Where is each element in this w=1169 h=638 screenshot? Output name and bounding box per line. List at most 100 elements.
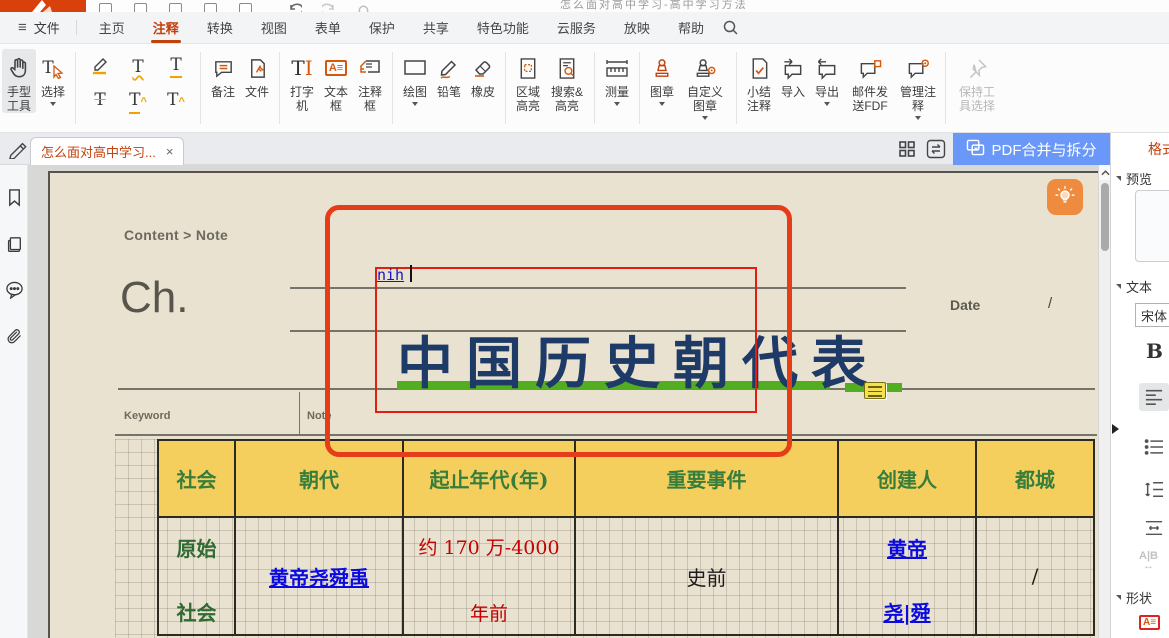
sticky-note-icon[interactable]: [864, 382, 886, 399]
ribbon-separator: [392, 52, 393, 124]
highlight-text-icon[interactable]: [89, 54, 111, 81]
ribbon-typewriter[interactable]: TI 打字机: [285, 49, 319, 113]
attachments-paperclip-icon[interactable]: [4, 325, 24, 345]
ribbon-separator: [505, 52, 506, 124]
menu-convert[interactable]: 转换: [193, 12, 247, 43]
collapse-triangle-icon: [1116, 176, 1121, 181]
ribbon-search-highlight[interactable]: 搜索&高亮: [545, 49, 589, 113]
font-family-select[interactable]: 宋体: [1135, 303, 1169, 327]
align-left-button[interactable]: [1139, 383, 1169, 411]
menu-file-label: 文件: [34, 18, 60, 37]
ribbon-eraser[interactable]: 橡皮: [466, 49, 500, 99]
ribbon-file-attachment[interactable]: 文件: [240, 49, 274, 99]
export-arrow-bubble-icon: [815, 52, 839, 84]
app-logo[interactable]: [0, 0, 86, 12]
squiggly-underline-icon[interactable]: T: [132, 59, 143, 76]
ribbon-label: 橡皮: [471, 85, 495, 99]
quick-access-button[interactable]: [204, 3, 217, 12]
founder-cell: 黄帝 尧|舜: [839, 518, 977, 634]
strikethrough-icon[interactable]: T: [94, 92, 105, 109]
ribbon-pencil[interactable]: 铅笔: [432, 49, 466, 99]
menu-file[interactable]: ≡ 文件: [10, 12, 68, 43]
undo-icon[interactable]: [288, 2, 302, 12]
menu-view[interactable]: 视图: [247, 12, 301, 43]
bold-button[interactable]: B: [1146, 339, 1163, 363]
pages-icon[interactable]: [4, 235, 24, 255]
ribbon-hand-tool[interactable]: 手型工具: [2, 49, 36, 113]
shape-section-header[interactable]: 形状: [1116, 588, 1152, 607]
replace-text-icon[interactable]: T^: [129, 92, 147, 110]
ribbon-import-comments[interactable]: 导入: [776, 49, 810, 99]
ribbon-export-comments[interactable]: 导出: [810, 49, 844, 106]
dynasty-link[interactable]: 黄帝尧舜禹: [269, 562, 369, 591]
switch-tabs-icon[interactable]: [926, 139, 946, 164]
dropdown-caret-icon: [412, 102, 418, 106]
bullet-list-button[interactable]: [1139, 433, 1169, 461]
document-tab-title: 怎么面对高中学习...: [41, 142, 156, 161]
hand-icon: [7, 52, 31, 84]
ribbon-select-tool[interactable]: T 选择: [36, 49, 70, 106]
lightbulb-tip-button[interactable]: [1047, 179, 1083, 215]
email-fdf-bubble-icon: [858, 52, 882, 84]
ribbon-measure[interactable]: 测量: [600, 49, 634, 106]
founder-link[interactable]: 尧|舜: [883, 597, 930, 626]
ribbon-note[interactable]: 备注: [206, 49, 240, 99]
ribbon-label: 文件: [245, 85, 269, 99]
vertical-scrollbar[interactable]: [1098, 165, 1110, 638]
page-breadcrumb: Content > Note: [124, 227, 228, 243]
quick-access-button[interactable]: [239, 3, 252, 12]
menu-share[interactable]: 共享: [409, 12, 463, 43]
close-tab-icon[interactable]: ×: [166, 144, 174, 159]
menu-help[interactable]: 帮助: [664, 12, 718, 43]
ribbon-callout[interactable]: 注释框: [353, 49, 387, 113]
ribbon-email-fdf[interactable]: 邮件发送FDF: [844, 49, 896, 113]
format-panel: 格式 预览 文本 宋体 B A|B ↔ 形状 A≡: [1110, 133, 1169, 638]
ribbon-stamp[interactable]: 图章: [645, 49, 679, 106]
ribbon-area-highlight[interactable]: 区域高亮: [511, 49, 545, 113]
pdf-merge-split-button[interactable]: PDF合并与拆分: [953, 133, 1110, 165]
ribbon-custom-stamp[interactable]: 自定义图章: [679, 49, 731, 120]
ribbon-textbox[interactable]: A≡ 文本框: [319, 49, 353, 113]
capital-cell: /: [977, 518, 1093, 634]
preview-section-header[interactable]: 预览: [1116, 169, 1152, 188]
underline-text-icon[interactable]: T: [170, 57, 181, 78]
text-section-header[interactable]: 文本: [1116, 277, 1152, 296]
edit-pen-icon[interactable]: [8, 140, 28, 164]
document-tab[interactable]: 怎么面对高中学习... ×: [30, 137, 184, 165]
hamburger-menu-icon: ≡: [18, 19, 27, 36]
ribbon-manage-comments[interactable]: 管理注释: [896, 49, 940, 120]
typed-note-text[interactable]: nih: [377, 266, 404, 284]
red-rectangle-annotation-inner[interactable]: [375, 267, 757, 413]
bookmarks-icon[interactable]: [4, 187, 24, 207]
format-panel-tab[interactable]: 格式: [1148, 139, 1169, 159]
paragraph-spacing-button[interactable]: [1139, 514, 1169, 542]
print-button[interactable]: [169, 3, 182, 12]
menu-form[interactable]: 表单: [301, 12, 355, 43]
scrollbar-thumb[interactable]: [1101, 183, 1109, 251]
menu-comment-active[interactable]: 注释: [139, 12, 193, 43]
menu-home[interactable]: 主页: [85, 12, 139, 43]
redo-icon[interactable]: [322, 2, 336, 12]
menu-features[interactable]: 特色功能: [463, 12, 543, 43]
ribbon-label: 选择: [41, 85, 65, 99]
founder-link[interactable]: 黄帝: [887, 533, 927, 562]
search-icon[interactable]: [722, 19, 739, 36]
quick-access-circle-icon[interactable]: [358, 3, 369, 12]
shape-textbox-style-icon[interactable]: A≡: [1139, 615, 1160, 630]
callout-box-icon: [358, 52, 382, 84]
menu-cloud[interactable]: 云服务: [543, 12, 610, 43]
title-bar: 怎么面对高中学习-高中学习方法: [0, 0, 1169, 12]
menu-present[interactable]: 放映: [610, 12, 664, 43]
comments-icon[interactable]: [4, 280, 24, 300]
save-button[interactable]: [134, 3, 147, 12]
ribbon-keep-tool-selected[interactable]: 保持工具选择: [951, 49, 1003, 113]
open-file-button[interactable]: [99, 3, 112, 12]
line-spacing-button[interactable]: [1139, 475, 1169, 503]
ribbon-draw[interactable]: 绘图: [398, 49, 432, 106]
grid-view-icon[interactable]: [898, 140, 916, 163]
ribbon-summarize-comments[interactable]: 小结注释: [742, 49, 776, 113]
pin-icon: [965, 52, 989, 84]
insert-text-icon[interactable]: T^: [167, 92, 185, 110]
expand-right-panel-arrow[interactable]: [1112, 424, 1119, 434]
menu-protect[interactable]: 保护: [355, 12, 409, 43]
